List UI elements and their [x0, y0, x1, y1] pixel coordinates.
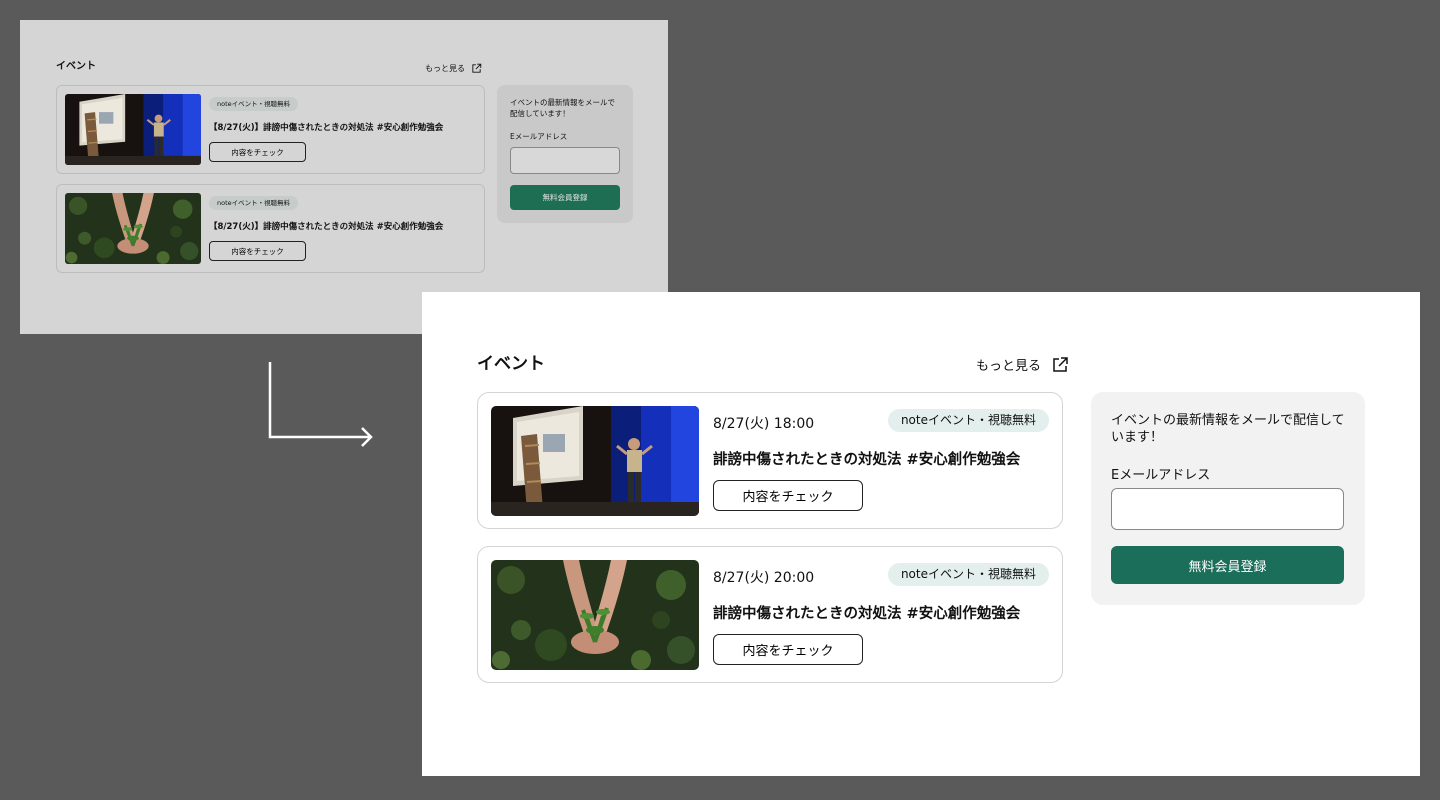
newsletter-box: イベントの最新情報をメールで配信しています！ Eメールアドレス 無料会員登録 — [497, 85, 633, 223]
newsletter-box: イベントの最新情報をメールで配信しています！ Eメールアドレス 無料会員登録 — [1091, 392, 1365, 605]
event-tag: noteイベント・視聴無料 — [887, 563, 1049, 586]
event-tag: noteイベント・視聴無料 — [209, 97, 299, 111]
check-details-button[interactable]: 内容をチェック — [209, 142, 306, 162]
event-title[interactable]: 【8/27(火)】誹謗中傷されたときの対処法 #安心創作勉強会 — [209, 121, 443, 133]
hands-holding-plant-photo — [491, 560, 699, 670]
event-date: 8/27(火) 20:00 — [713, 570, 815, 586]
event-tag: noteイベント・視聴無料 — [887, 409, 1049, 432]
transition-arrow-icon — [268, 362, 373, 447]
email-label: Eメールアドレス — [1111, 468, 1211, 483]
more-link[interactable]: もっと見る — [425, 63, 482, 74]
newsletter-text: イベントの最新情報をメールで配信しています！ — [1111, 413, 1345, 445]
event-title[interactable]: 誹謗中傷されたときの対処法 #安心創作勉強会 — [713, 448, 1020, 469]
section-title: イベント — [477, 354, 545, 374]
event-tag: noteイベント・視聴無料 — [209, 196, 299, 210]
hands-holding-plant-photo — [65, 193, 201, 264]
event-thumbnail — [65, 193, 201, 264]
event-card[interactable]: noteイベント・視聴無料 【8/27(火)】誹謗中傷されたときの対処法 #安心… — [56, 184, 485, 273]
more-link[interactable]: もっと見る — [976, 355, 1069, 374]
speaker-on-stage-photo — [491, 406, 699, 516]
event-thumbnail — [65, 94, 201, 165]
event-title[interactable]: 【8/27(火)】誹謗中傷されたときの対処法 #安心創作勉強会 — [209, 220, 443, 232]
register-button[interactable]: 無料会員登録 — [1111, 546, 1344, 584]
speaker-on-stage-photo — [65, 94, 201, 165]
email-field[interactable] — [510, 147, 620, 174]
after-panel: イベント もっと見る 8/27(火) 18:00 noteイベント・視聴無料 誹… — [422, 292, 1420, 776]
external-link-icon — [1051, 356, 1069, 374]
email-field[interactable] — [1111, 488, 1344, 530]
more-link-label: もっと見る — [976, 359, 1042, 374]
check-details-button[interactable]: 内容をチェック — [713, 634, 863, 665]
section-title: イベント — [56, 61, 96, 72]
check-details-button[interactable]: 内容をチェック — [713, 480, 863, 511]
event-title[interactable]: 誹謗中傷されたときの対処法 #安心創作勉強会 — [713, 602, 1020, 623]
event-thumbnail — [491, 406, 699, 516]
event-thumbnail — [491, 560, 699, 670]
event-card[interactable]: noteイベント・視聴無料 【8/27(火)】誹謗中傷されたときの対処法 #安心… — [56, 85, 485, 174]
newsletter-text: イベントの最新情報をメールで配信しています！ — [510, 98, 615, 118]
event-card[interactable]: 8/27(火) 20:00 noteイベント・視聴無料 誹謗中傷されたときの対処… — [477, 546, 1063, 683]
event-date: 8/27(火) 18:00 — [713, 416, 815, 432]
more-link-label: もっと見る — [425, 64, 465, 73]
event-card[interactable]: 8/27(火) 18:00 noteイベント・視聴無料 誹謗中傷されたときの対処… — [477, 392, 1063, 529]
before-panel: イベント もっと見る noteイベント・視聴無料 【8/27(火)】誹謗中傷され… — [20, 20, 668, 334]
email-label: Eメールアドレス — [510, 132, 568, 141]
check-details-button[interactable]: 内容をチェック — [209, 241, 306, 261]
external-link-icon — [471, 63, 482, 74]
register-button[interactable]: 無料会員登録 — [510, 185, 620, 210]
